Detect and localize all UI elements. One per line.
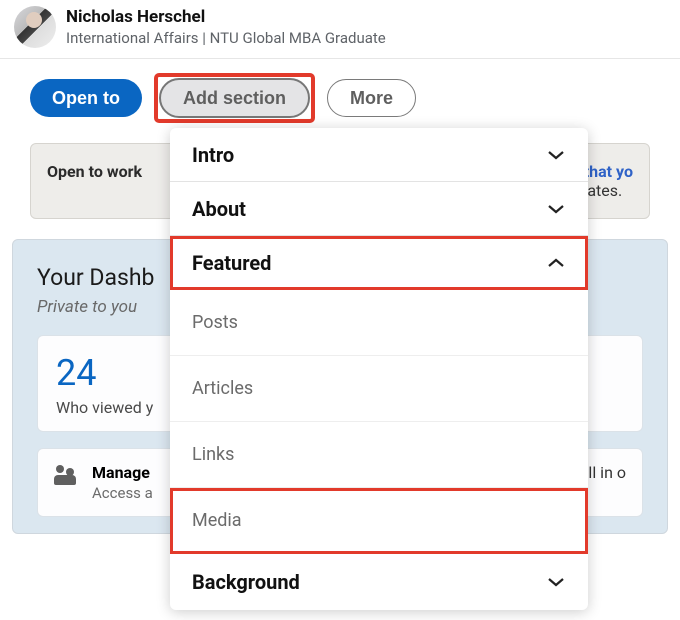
manage-title: Manage: [92, 463, 153, 482]
dropdown-background-label: Background: [192, 570, 300, 594]
add-section-dropdown: Intro About Featured Posts Articles Link…: [170, 128, 588, 610]
profile-header: Nicholas Herschel International Affairs …: [0, 0, 680, 59]
manage-text: Manage Access a: [92, 463, 153, 502]
dropdown-featured[interactable]: Featured: [170, 236, 588, 290]
dropdown-featured-label: Featured: [192, 251, 271, 275]
profile-identity: Nicholas Herschel International Affairs …: [66, 7, 386, 47]
dropdown-media-label: Media: [192, 510, 242, 531]
profile-headline: International Affairs | NTU Global MBA G…: [66, 29, 386, 47]
open-to-work-title: Open to work: [47, 162, 142, 200]
more-button[interactable]: More: [327, 79, 416, 117]
dropdown-about[interactable]: About: [170, 182, 588, 236]
manage-subtitle: Access a: [92, 484, 153, 502]
dropdown-links[interactable]: Links: [170, 422, 588, 488]
dropdown-about-label: About: [192, 197, 246, 221]
chevron-down-icon: [546, 149, 566, 161]
open-to-button[interactable]: Open to: [30, 79, 142, 117]
dropdown-articles-label: Articles: [192, 378, 253, 399]
dropdown-posts[interactable]: Posts: [170, 290, 588, 356]
profile-name[interactable]: Nicholas Herschel: [66, 7, 386, 27]
users-icon: [54, 465, 78, 489]
chevron-down-icon: [546, 576, 566, 588]
dropdown-links-label: Links: [192, 444, 234, 465]
dropdown-intro-label: Intro: [192, 143, 234, 167]
avatar[interactable]: [14, 6, 56, 48]
profile-actions-row: Open to Add section More: [0, 59, 680, 137]
dropdown-articles[interactable]: Articles: [170, 356, 588, 422]
chevron-up-icon: [546, 257, 566, 269]
dropdown-intro[interactable]: Intro: [170, 128, 588, 182]
add-section-button[interactable]: Add section: [159, 78, 310, 118]
dropdown-background[interactable]: Background: [170, 554, 588, 610]
chevron-down-icon: [546, 203, 566, 215]
dropdown-posts-label: Posts: [192, 312, 238, 333]
dropdown-media[interactable]: Media: [170, 488, 588, 554]
add-section-highlight: Add section: [156, 75, 313, 121]
